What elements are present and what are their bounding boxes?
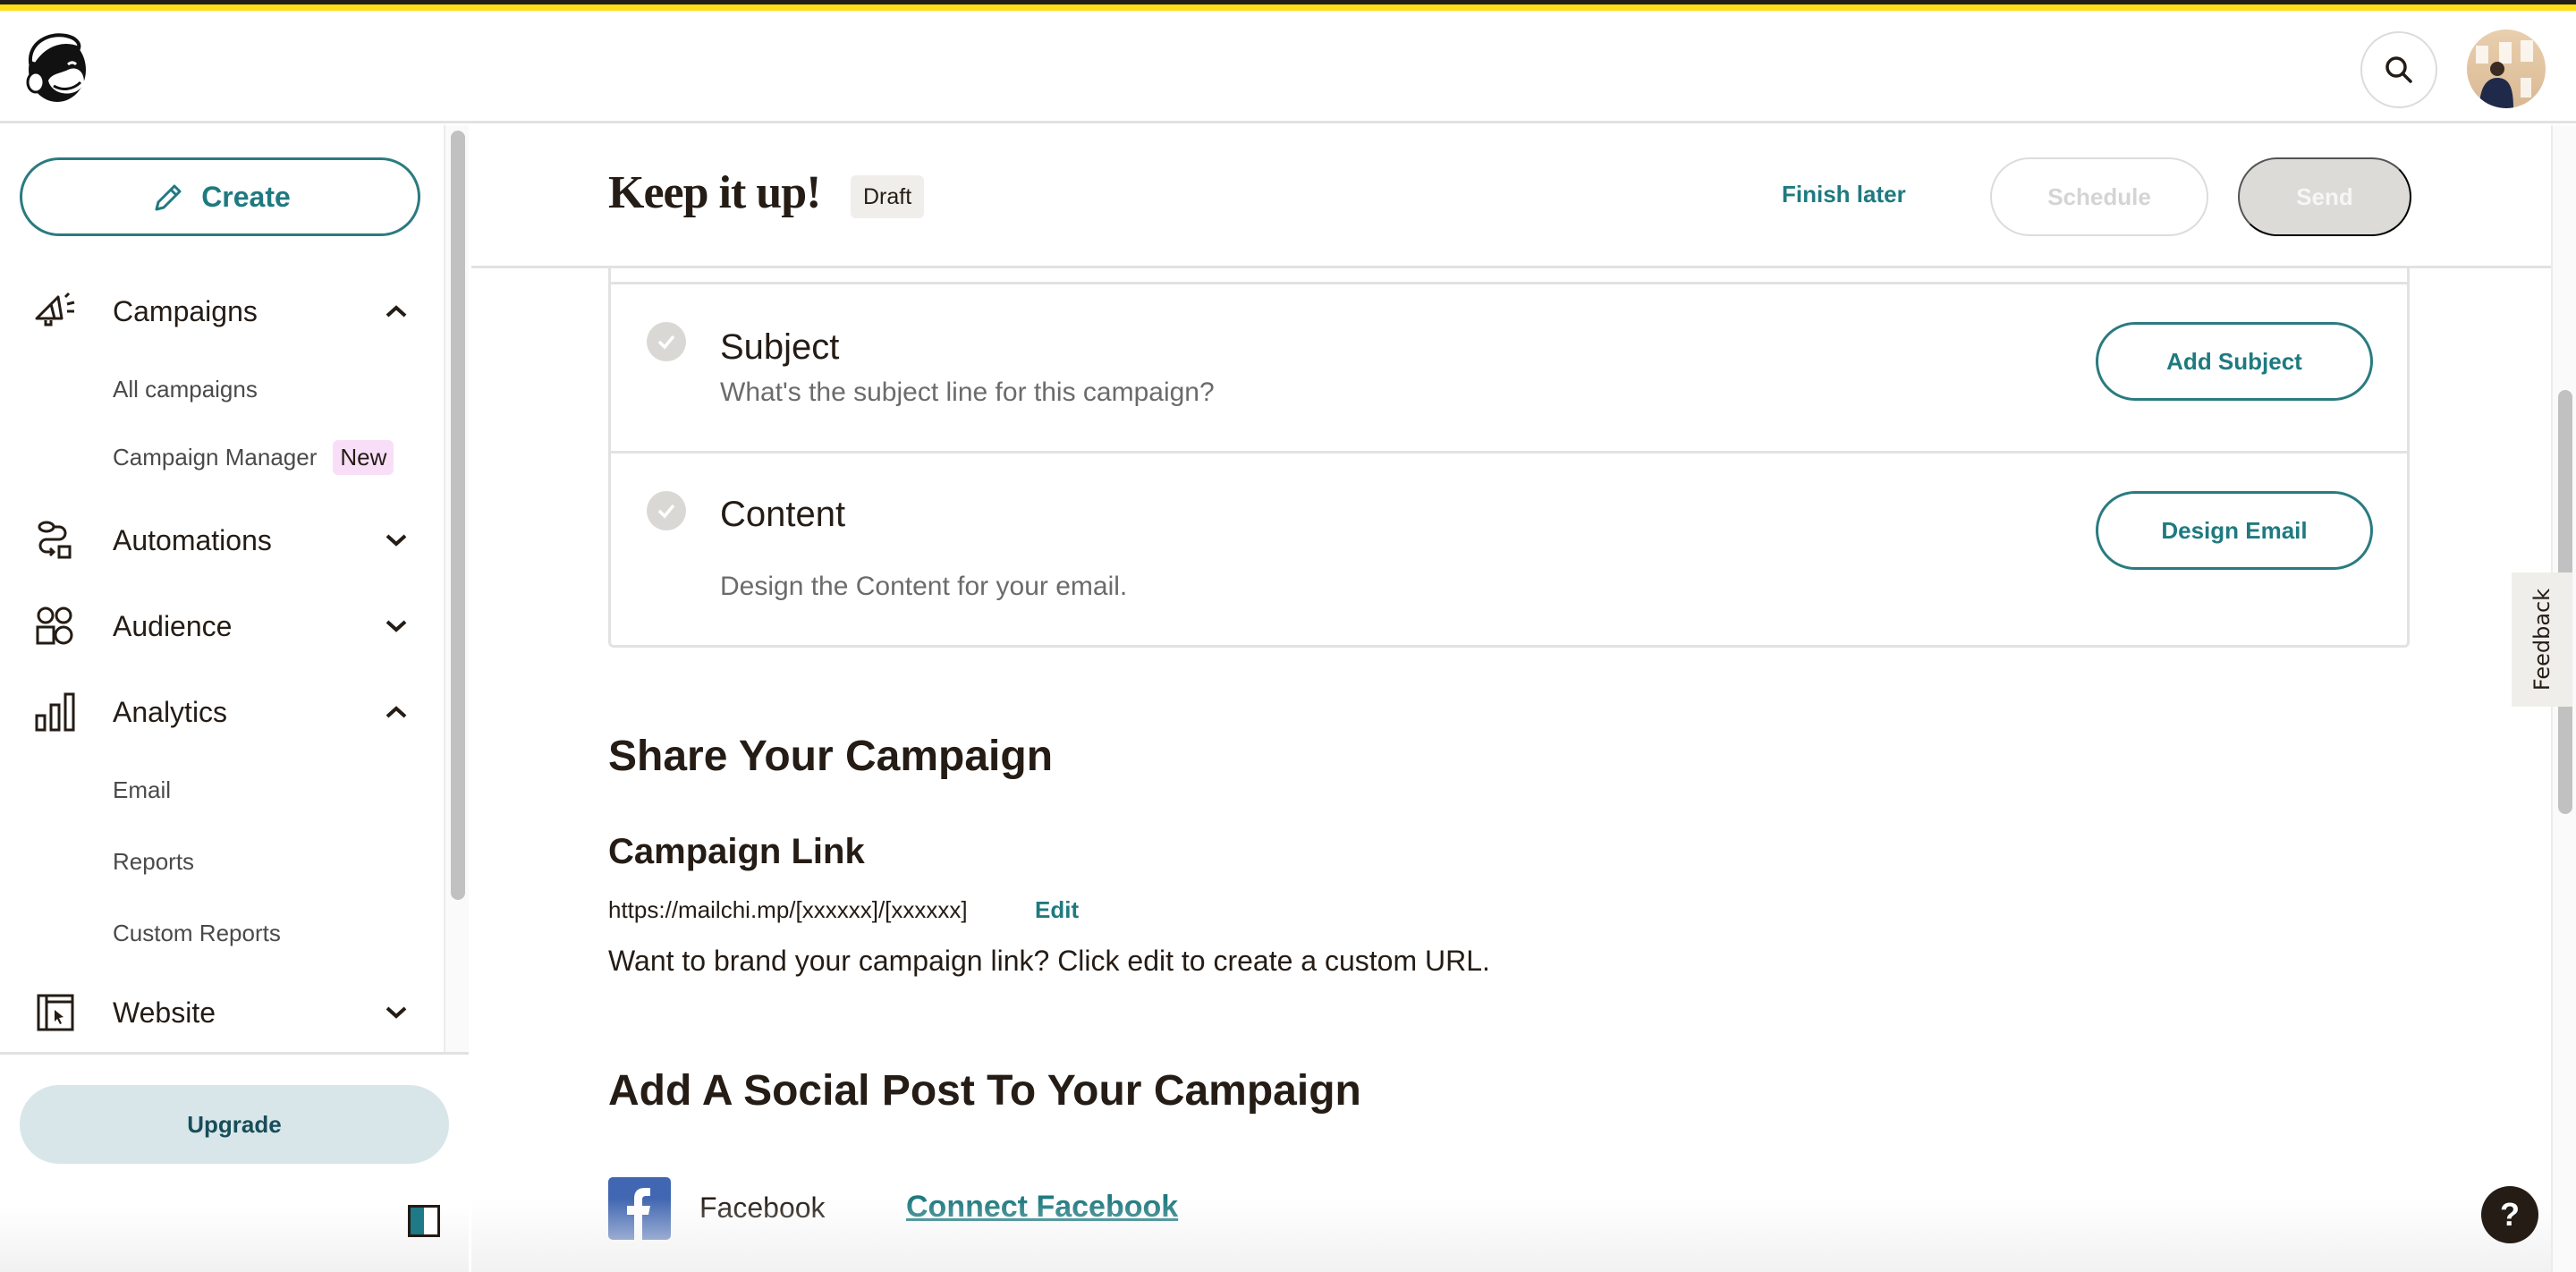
checklist-prev-row <box>611 268 2407 284</box>
bar-chart-icon <box>32 689 79 735</box>
facebook-label: Facebook <box>699 1191 826 1224</box>
collapse-sidebar-icon[interactable] <box>408 1205 440 1237</box>
campaign-link-heading: Campaign Link <box>608 832 865 871</box>
chevron-down-icon[interactable] <box>383 999 410 1026</box>
sidebar-item-audience[interactable]: Audience <box>0 590 444 662</box>
page-title: Keep it up! <box>608 167 821 218</box>
add-subject-button[interactable]: Add Subject <box>2096 322 2373 401</box>
sidebar-subitem-custom-reports[interactable]: Custom Reports <box>113 920 281 947</box>
browser-top-strip <box>0 0 2576 11</box>
campaign-header: Keep it up! Draft Finish later Schedule … <box>471 125 2551 268</box>
facebook-icon <box>608 1177 671 1240</box>
sidebar-item-website[interactable]: Website <box>0 977 444 1048</box>
sidebar-footer: Upgrade <box>0 1052 469 1272</box>
create-label: Create <box>201 180 291 213</box>
send-button[interactable]: Send <box>2238 157 2411 236</box>
checklist-row-subject: Subject What's the subject line for this… <box>611 284 2407 451</box>
new-badge: New <box>333 440 394 475</box>
chevron-up-icon[interactable] <box>383 699 410 725</box>
feedback-label: Feedback <box>2529 588 2555 691</box>
campaign-link-url: https://mailchi.mp/[xxxxxx]/[xxxxxx] <box>608 896 968 923</box>
pencil-icon <box>155 184 182 211</box>
sidebar-subitem-all-campaigns[interactable]: All campaigns <box>113 376 258 403</box>
checklist-row-content: Content Design the Content for your emai… <box>611 454 2407 645</box>
question-mark-icon: ? <box>2500 1196 2520 1233</box>
edit-link[interactable]: Edit <box>1035 896 1079 924</box>
sidebar-subitem-campaign-manager[interactable]: Campaign Manager New <box>113 440 394 475</box>
sidebar: Create Campaigns All campaigns Campaign … <box>0 125 469 1272</box>
social-heading: Add A Social Post To Your Campaign <box>608 1067 1361 1115</box>
row-title: Content <box>720 495 846 534</box>
sidebar-label: Analytics <box>113 695 228 728</box>
audience-icon <box>32 603 79 649</box>
app-header <box>0 11 2576 123</box>
share-heading: Share Your Campaign <box>608 733 1054 780</box>
sidebar-nav: Create Campaigns All campaigns Campaign … <box>0 125 444 1052</box>
row-description: What's the subject line for this campaig… <box>720 377 1215 407</box>
schedule-button[interactable]: Schedule <box>1990 157 2208 236</box>
mailchimp-logo-icon[interactable] <box>21 30 91 104</box>
sidebar-label: Audience <box>113 609 233 642</box>
upgrade-button[interactable]: Upgrade <box>20 1085 449 1164</box>
create-button[interactable]: Create <box>20 157 420 236</box>
sidebar-scrollbar-thumb[interactable] <box>451 131 465 900</box>
finish-later-link[interactable]: Finish later <box>1782 181 1906 208</box>
chevron-up-icon[interactable] <box>383 298 410 325</box>
sidebar-subitem-reports[interactable]: Reports <box>113 848 194 876</box>
chevron-down-icon[interactable] <box>383 527 410 554</box>
brand-accent-bar <box>0 4 2576 11</box>
row-title: Subject <box>720 327 840 367</box>
sidebar-item-analytics[interactable]: Analytics <box>0 676 444 748</box>
megaphone-icon <box>32 288 79 335</box>
sidebar-subitem-label: Campaign Manager <box>113 444 318 471</box>
help-button[interactable]: ? <box>2481 1186 2538 1243</box>
sidebar-item-automations[interactable]: Automations <box>0 505 444 576</box>
main-content: Keep it up! Draft Finish later Schedule … <box>471 125 2551 1272</box>
sidebar-scrollbar[interactable] <box>444 125 469 1052</box>
website-cursor-icon <box>32 989 79 1036</box>
sidebar-label: Automations <box>113 523 272 556</box>
chevron-down-icon[interactable] <box>383 613 410 640</box>
row-description: Design the Content for your email. <box>720 572 1128 601</box>
campaign-checklist: Subject What's the subject line for this… <box>608 268 2410 648</box>
campaign-link-hint: Want to brand your campaign link? Click … <box>608 945 1490 977</box>
search-button[interactable] <box>2360 31 2437 108</box>
search-icon <box>2385 56 2412 83</box>
check-circle-icon <box>647 322 686 361</box>
sidebar-label: Website <box>113 996 216 1029</box>
sidebar-item-campaigns[interactable]: Campaigns <box>0 276 444 347</box>
user-avatar[interactable] <box>2467 30 2546 108</box>
connect-facebook-link[interactable]: Connect Facebook <box>906 1190 1178 1225</box>
sidebar-subitem-email[interactable]: Email <box>113 776 171 804</box>
design-email-button[interactable]: Design Email <box>2096 491 2373 570</box>
feedback-tab[interactable]: Feedback <box>2512 572 2572 707</box>
status-badge: Draft <box>851 175 925 218</box>
sidebar-label: Campaigns <box>113 294 258 327</box>
automation-flow-icon <box>32 517 79 564</box>
check-circle-icon <box>647 491 686 530</box>
